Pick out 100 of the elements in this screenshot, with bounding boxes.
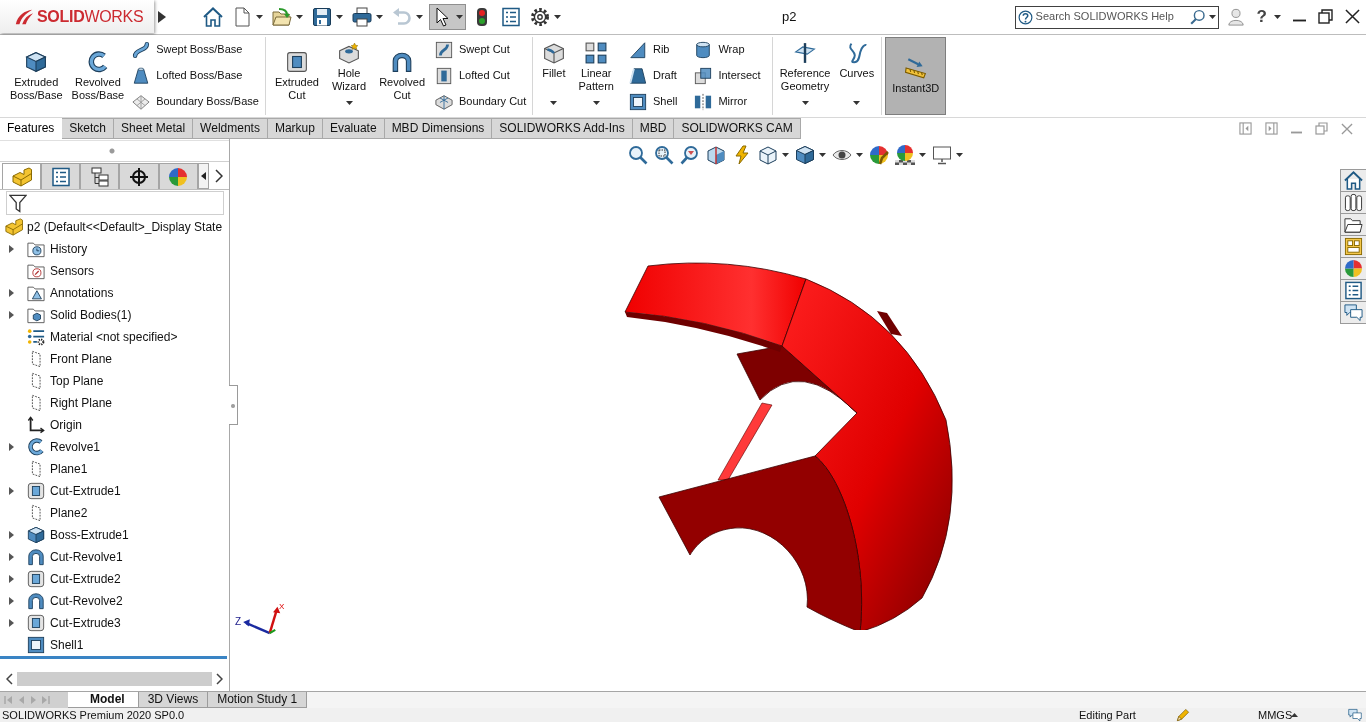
- tree-item-label[interactable]: Material <not specified>: [50, 329, 178, 345]
- restore-icon[interactable]: [1318, 9, 1333, 25]
- tree-item-label[interactable]: Shell1: [50, 637, 84, 653]
- bottom-tab[interactable]: Motion Study 1: [208, 692, 308, 708]
- ribbon-button[interactable]: Instant3D: [885, 37, 947, 115]
- close-icon[interactable]: [1345, 9, 1360, 25]
- tree-item-label[interactable]: Plane2: [50, 505, 88, 521]
- command-tab[interactable]: Sketch: [62, 118, 115, 139]
- task-pane-tab[interactable]: [1340, 191, 1366, 214]
- ribbon-button[interactable]: Boundary Boss/Base: [130, 92, 261, 112]
- section-cube-icon[interactable]: [705, 145, 726, 165]
- ribbon-button[interactable]: Revolved Boss/Base: [67, 37, 129, 115]
- ribbon-button[interactable]: Linear Pattern: [572, 37, 620, 115]
- tree-item-label[interactable]: Top Plane: [50, 373, 104, 389]
- expand-arrow-icon[interactable]: [9, 289, 14, 297]
- print-button[interactable]: [349, 4, 386, 30]
- tree-item-label[interactable]: Front Plane: [50, 351, 113, 367]
- expand-arrow-icon[interactable]: [9, 597, 14, 605]
- caret-icon[interactable]: [781, 153, 789, 157]
- tree-item-label[interactable]: Revolve1: [50, 439, 101, 455]
- caret-icon[interactable]: [955, 153, 963, 157]
- magnifier-icon[interactable]: [627, 145, 648, 165]
- command-tab[interactable]: Markup: [267, 118, 323, 139]
- tree-item-label[interactable]: Solid Bodies(1): [50, 307, 132, 323]
- chevron-left-icon[interactable]: [6, 673, 13, 685]
- panel-collapse-handle[interactable]: [229, 385, 238, 425]
- caret-up-icon[interactable]: [1291, 713, 1298, 717]
- speech-bubbles-icon[interactable]: [1348, 708, 1362, 722]
- ribbon-button[interactable]: Extruded Boss/Base: [6, 37, 67, 115]
- caret-icon[interactable]: [918, 153, 926, 157]
- triangle-right-icon[interactable]: [158, 11, 166, 23]
- user-icon[interactable]: [1226, 7, 1245, 27]
- ribbon-button[interactable]: Reference Geometry: [775, 37, 835, 115]
- tree-item-label[interactable]: History: [50, 241, 88, 257]
- expand-arrow-icon[interactable]: [9, 443, 14, 451]
- tree-item-label[interactable]: Cut-Revolve1: [50, 549, 123, 565]
- expand-arrow-icon[interactable]: [9, 619, 14, 627]
- command-tab[interactable]: SOLIDWORKS Add-Ins: [492, 118, 633, 139]
- bottom-tab[interactable]: Model: [68, 692, 139, 708]
- task-pane-tab[interactable]: [1340, 213, 1366, 236]
- color-ball-pencil-icon[interactable]: [868, 145, 889, 165]
- ribbon-button[interactable]: Swept Cut: [433, 40, 529, 60]
- command-tab[interactable]: SOLIDWORKS CAM: [674, 118, 801, 139]
- magnifier-triangle-icon[interactable]: [679, 145, 700, 165]
- command-tab[interactable]: MBD: [632, 118, 675, 139]
- shaded-cube-icon[interactable]: [794, 145, 815, 165]
- tree-item-label[interactable]: Sensors: [50, 263, 95, 279]
- manager-tab[interactable]: [41, 163, 81, 189]
- ribbon-button[interactable]: Lofted Boss/Base: [130, 66, 261, 86]
- task-pane-tab[interactable]: [1340, 279, 1366, 302]
- manager-tab[interactable]: [80, 163, 120, 189]
- ribbon-button[interactable]: Draft: [626, 66, 680, 86]
- monitor-icon[interactable]: [931, 145, 952, 165]
- ribbon-button[interactable]: Boundary Cut: [433, 92, 529, 112]
- tile-left-icon[interactable]: [1239, 122, 1252, 135]
- ribbon-button[interactable]: Rib: [626, 40, 680, 60]
- ribbon-button[interactable]: Mirror: [692, 92, 763, 112]
- chevron-right-icon[interactable]: [216, 673, 223, 685]
- manager-tab[interactable]: [119, 163, 159, 189]
- ribbon-button[interactable]: Wrap: [692, 40, 763, 60]
- tree-item-label[interactable]: Annotations: [50, 285, 114, 301]
- funnel-icon[interactable]: [9, 193, 27, 213]
- caret-icon[interactable]: [855, 153, 863, 157]
- ribbon-button[interactable]: Fillet: [536, 37, 572, 115]
- expand-arrow-icon[interactable]: [9, 531, 14, 539]
- search-box[interactable]: Search SOLIDWORKS Help: [1014, 5, 1219, 29]
- cube-outline-icon[interactable]: [757, 145, 778, 165]
- ribbon-button[interactable]: Hole Wizard: [325, 37, 373, 115]
- tile-right-icon[interactable]: [1265, 122, 1278, 135]
- minimize-icon[interactable]: [1293, 19, 1306, 23]
- ribbon-button[interactable]: Swept Boss/Base: [130, 40, 261, 60]
- pencil-icon[interactable]: [1176, 708, 1190, 722]
- part-name[interactable]: p2 (Default<<Default>_Display State: [27, 219, 223, 235]
- tree-item-label[interactable]: Cut-Extrude2: [50, 571, 121, 587]
- tree-item-label[interactable]: Cut-Extrude3: [50, 615, 121, 631]
- expand-arrow-icon[interactable]: [9, 575, 14, 583]
- help-button[interactable]: ?: [1256, 6, 1281, 28]
- search-icon[interactable]: [1189, 9, 1206, 25]
- tree-item-label[interactable]: Cut-Revolve2: [50, 593, 123, 609]
- expand-arrow-icon[interactable]: [9, 311, 14, 319]
- command-tab[interactable]: Evaluate: [322, 118, 385, 139]
- filter-field[interactable]: [6, 191, 224, 215]
- bottom-tab[interactable]: 3D Views: [138, 692, 209, 708]
- ribbon-button[interactable]: Lofted Cut: [433, 66, 529, 86]
- scrollbar-thumb[interactable]: [17, 672, 212, 686]
- task-pane-tab[interactable]: [1340, 301, 1366, 324]
- ribbon-button[interactable]: Intersect: [692, 66, 763, 86]
- tree-item-label[interactable]: Right Plane: [50, 395, 113, 411]
- command-tab[interactable]: MBD Dimensions: [384, 118, 493, 139]
- expand-arrow-icon[interactable]: [9, 487, 14, 495]
- ribbon-button[interactable]: Revolved Cut: [373, 37, 431, 115]
- command-tab[interactable]: Sheet Metal: [114, 118, 194, 139]
- expand-arrow-icon[interactable]: [9, 245, 14, 253]
- caret-icon[interactable]: [1208, 15, 1216, 19]
- ribbon-button[interactable]: Shell: [626, 92, 680, 112]
- caret-icon[interactable]: [818, 153, 826, 157]
- tree-item-label[interactable]: Boss-Extrude1: [50, 527, 129, 543]
- units-selector[interactable]: MMGS: [1258, 708, 1291, 722]
- search-field[interactable]: Search SOLIDWORKS Help: [1035, 10, 1187, 24]
- select-button[interactable]: [429, 4, 466, 30]
